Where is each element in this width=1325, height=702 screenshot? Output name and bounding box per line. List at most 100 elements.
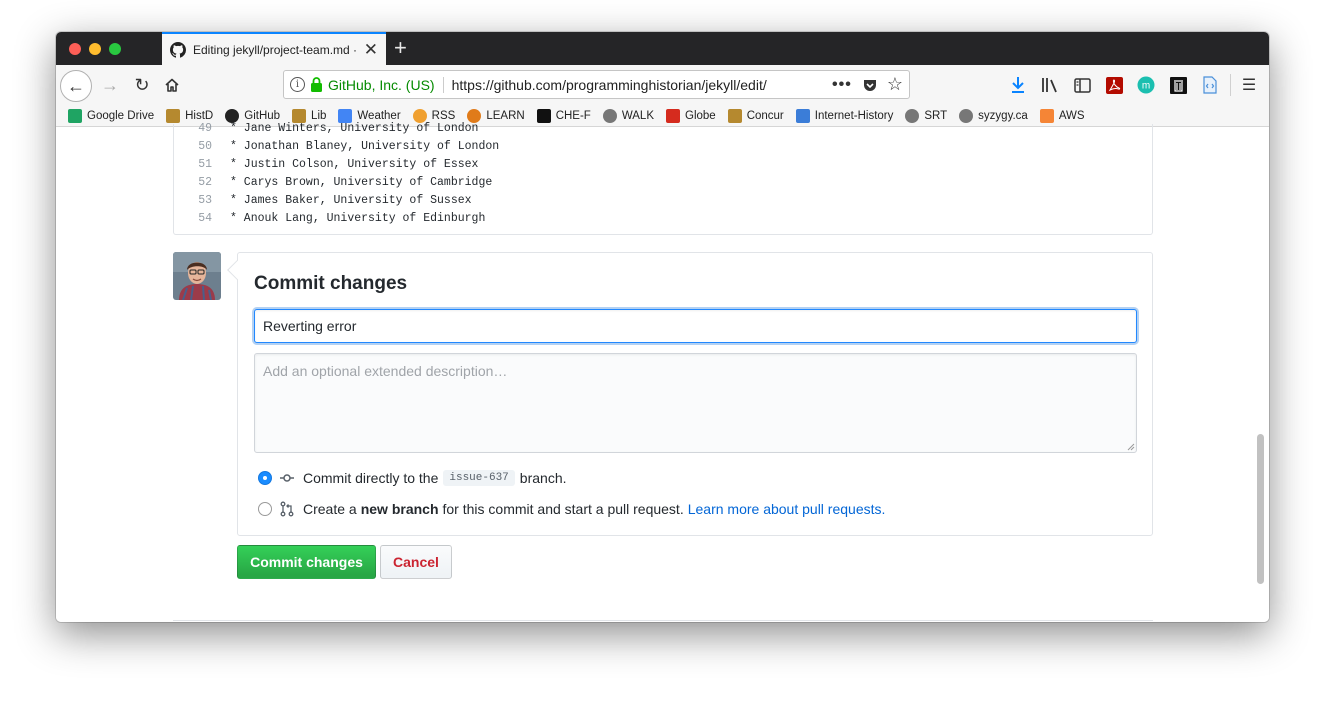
new-branch-bold: new branch <box>360 501 439 517</box>
line-content: * Anouk Lang, University of Edinburgh <box>230 212 486 225</box>
code-preview: 49 * Jane Winters, University of London 50… <box>173 122 1153 235</box>
new-branch-radio[interactable] <box>258 502 272 516</box>
bookmark-che-f[interactable]: CHE-F <box>536 108 591 123</box>
download-icon[interactable] <box>1008 75 1028 95</box>
tab-title: Editing jekyll/project-team.md · <box>193 42 358 57</box>
bookmark-label: Concur <box>746 109 784 122</box>
bookmark-label: AWS <box>1058 109 1085 122</box>
commit-direct-prefix: Commit directly to the <box>303 470 439 486</box>
code-extension-icon[interactable] <box>1200 75 1220 95</box>
bookmark-label: LEARN <box>486 109 525 122</box>
chart-icon <box>795 108 810 123</box>
new-tab-button[interactable]: + <box>394 36 407 60</box>
bookmark-label: WALK <box>621 109 654 122</box>
browser-window: Editing jekyll/project-team.md · ✕ + ← →… <box>56 32 1269 622</box>
window-close-button[interactable] <box>69 43 81 55</box>
line-number[interactable]: 49 <box>174 120 212 138</box>
commit-direct-suffix: branch. <box>519 470 567 486</box>
site-identity[interactable]: GitHub, Inc. (US) <box>328 76 444 93</box>
commit-direct-radio[interactable] <box>258 471 272 485</box>
bookmark-label: CHE-F <box>555 109 591 122</box>
info-icon[interactable]: i <box>290 77 305 92</box>
commit-form: Commit changes Commit directly to the is… <box>227 252 1153 536</box>
new-branch-option[interactable]: Create a new branch for this commit and … <box>258 499 885 519</box>
branch-name: issue-637 <box>443 470 515 486</box>
menu-icon[interactable]: ☰ <box>1239 75 1259 95</box>
bookmark-globe[interactable]: Globe <box>666 108 716 123</box>
commit-heading: Commit changes <box>254 273 408 294</box>
lock-icon <box>311 77 322 92</box>
line-number[interactable]: 50 <box>174 138 212 156</box>
window-minimize-button[interactable] <box>89 43 101 55</box>
bookmark-concur[interactable]: Concur <box>727 108 784 123</box>
code-line: 54 * Anouk Lang, University of Edinburgh <box>174 210 485 228</box>
back-arrow-icon: ← <box>67 75 85 96</box>
bookmark-syzygy-ca[interactable]: syzygy.ca <box>959 108 1028 123</box>
git-commit-icon <box>280 474 294 482</box>
line-content: * Jonathan Blaney, University of London <box>230 140 500 153</box>
bookmark-google-drive[interactable]: Google Drive <box>68 108 155 123</box>
url-text[interactable]: https://github.com/programminghistorian/… <box>452 77 824 93</box>
bookmark-srt[interactable]: SRT <box>905 108 948 123</box>
navigation-toolbar: ← → ↻ i GitHub, Inc. (US) https://github… <box>56 65 1269 105</box>
home-button[interactable] <box>160 70 184 100</box>
reload-icon: ↻ <box>134 74 150 95</box>
page-scrollbar[interactable] <box>1257 434 1264 584</box>
bookmark-walk[interactable]: WALK <box>602 108 654 123</box>
line-content: * Carys Brown, University of Cambridge <box>230 176 493 189</box>
sidebar-icon[interactable] <box>1072 75 1092 95</box>
code-line: 52 * Carys Brown, University of Cambridge <box>174 174 492 192</box>
tab-active[interactable]: Editing jekyll/project-team.md · ✕ <box>162 32 386 65</box>
learn-more-link[interactable]: Learn more about pull requests. <box>688 501 886 517</box>
pocket-icon[interactable] <box>862 77 878 93</box>
bookmark-star-icon[interactable]: ☆ <box>887 74 903 95</box>
line-number[interactable]: 53 <box>174 192 212 210</box>
page-content: 49 * Jane Winters, University of London 50… <box>56 122 1269 622</box>
reload-button[interactable]: ↻ <box>130 70 154 100</box>
line-number[interactable]: 52 <box>174 174 212 192</box>
google-drive-icon <box>68 108 82 123</box>
forward-button[interactable]: → <box>98 70 122 100</box>
code-line: 51 * Justin Colson, University of Essex <box>174 156 478 174</box>
code-line: 53 * James Baker, University of Sussex <box>174 192 471 210</box>
bookmark-label: Globe <box>685 109 716 122</box>
forward-arrow-icon: → <box>101 74 119 95</box>
resize-grip-icon[interactable] <box>1125 441 1135 451</box>
line-number[interactable]: 54 <box>174 210 212 228</box>
url-bar[interactable]: i GitHub, Inc. (US) https://github.com/p… <box>283 70 910 99</box>
commit-summary-input[interactable] <box>254 309 1137 343</box>
globe-icon <box>959 108 974 123</box>
toolbar-divider <box>1230 74 1231 96</box>
footer-divider <box>173 620 1153 621</box>
commit-changes-button[interactable]: Commit changes <box>237 545 376 579</box>
bookmark-internet-history[interactable]: Internet-History <box>795 108 893 123</box>
trash-extension-icon[interactable] <box>1168 75 1188 95</box>
code-line: 49 * Jane Winters, University of London <box>174 120 478 138</box>
back-button[interactable]: ← <box>60 70 92 102</box>
library-icon[interactable] <box>1040 75 1060 95</box>
cancel-button[interactable]: Cancel <box>380 545 452 579</box>
tab-close-icon[interactable]: ✕ <box>364 41 378 58</box>
page-actions-icon[interactable]: ••• <box>832 76 852 94</box>
commit-box-pointer <box>227 260 247 280</box>
m-extension-icon[interactable]: m <box>1136 75 1156 95</box>
tab-strip: Editing jekyll/project-team.md · ✕ + <box>56 32 1269 65</box>
window-maximize-button[interactable] <box>109 43 121 55</box>
bookmark-label: SRT <box>924 109 948 122</box>
avatar[interactable] <box>173 252 221 300</box>
commit-direct-option[interactable]: Commit directly to the issue-637 branch. <box>258 468 567 488</box>
shield-icon <box>727 108 742 123</box>
code-line: 50 * Jonathan Blaney, University of Londo… <box>174 138 499 156</box>
bookmark-label: Google Drive <box>87 109 155 122</box>
bookmark-aws[interactable]: AWS <box>1039 108 1085 123</box>
svg-text:m: m <box>1142 81 1150 92</box>
line-number[interactable]: 51 <box>174 156 212 174</box>
globe-icon <box>602 108 617 123</box>
line-content: * Jane Winters, University of London <box>230 122 479 135</box>
globe-icon <box>905 108 920 123</box>
commit-description-input[interactable] <box>254 353 1137 453</box>
bookmark-label: syzygy.ca <box>978 109 1028 122</box>
github-icon <box>170 41 186 58</box>
pull-request-icon <box>280 501 294 517</box>
pdf-icon[interactable] <box>1104 75 1124 95</box>
